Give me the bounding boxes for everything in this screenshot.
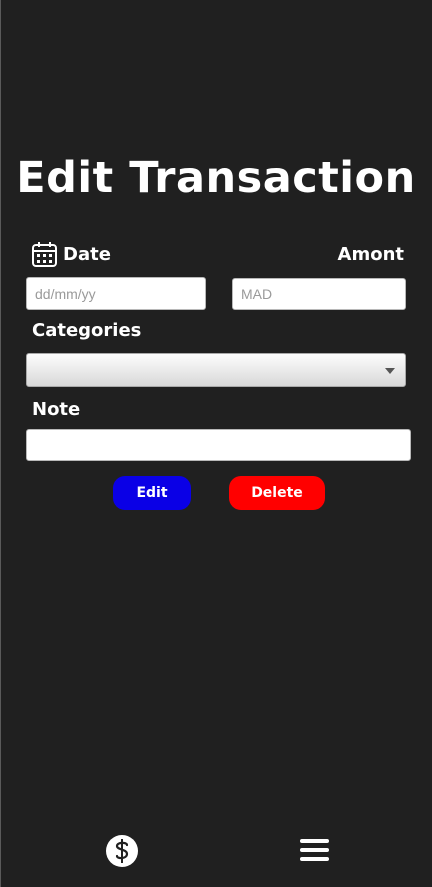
amount-input[interactable]: MAD — [232, 278, 406, 310]
amount-label: Amont — [337, 244, 404, 265]
date-input[interactable]: dd/mm/yy — [26, 277, 206, 310]
nav-transactions-button[interactable] — [106, 835, 138, 867]
category-select[interactable] — [26, 353, 406, 387]
categories-label: Categories — [32, 320, 142, 341]
date-label: Date — [63, 244, 111, 265]
note-label: Note — [32, 399, 81, 420]
amount-placeholder: MAD — [241, 286, 273, 302]
page-title: Edit Transaction — [16, 153, 416, 203]
dollar-icon — [115, 839, 129, 863]
note-input[interactable] — [26, 429, 411, 461]
window-border — [0, 0, 1, 887]
delete-button[interactable]: Delete — [229, 476, 325, 510]
edit-button[interactable]: Edit — [113, 476, 191, 510]
chevron-down-icon — [385, 368, 395, 374]
nav-menu-button[interactable] — [300, 838, 329, 862]
date-label-row: Date — [31, 241, 111, 268]
date-placeholder: dd/mm/yy — [35, 285, 96, 302]
calendar-icon — [32, 242, 57, 267]
menu-icon — [300, 839, 329, 861]
